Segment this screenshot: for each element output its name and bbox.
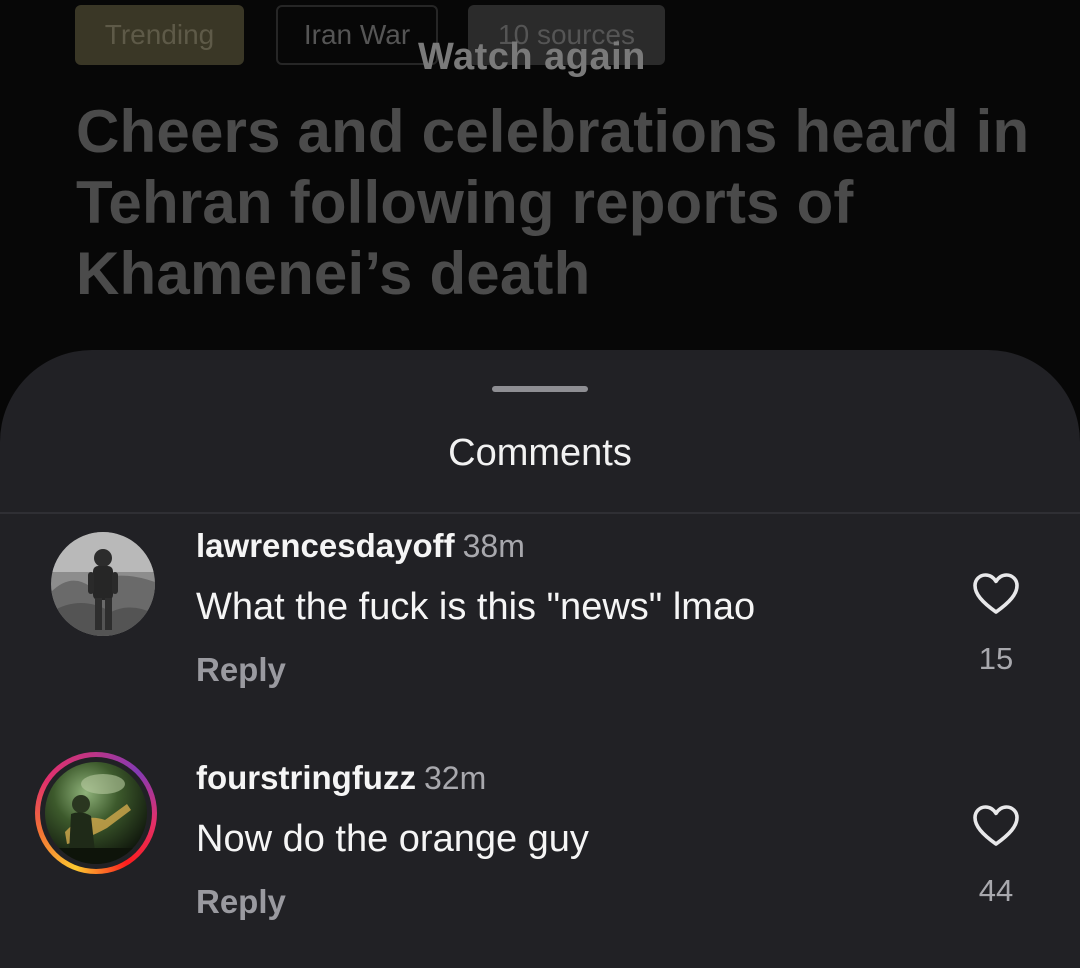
avatar[interactable] <box>51 532 155 636</box>
comment-text: Now do the orange guy <box>196 818 589 860</box>
like-count: 15 <box>978 641 1014 676</box>
comment-item: lawrencesdayoff 38m What the fuck is this… <box>0 526 1080 728</box>
heart-outline-icon <box>973 573 1019 614</box>
like-button[interactable]: 15 <box>968 572 1024 678</box>
watch-again-button[interactable]: Watch again <box>418 32 646 82</box>
username-text[interactable]: lawrencesdayoff <box>196 527 455 564</box>
comment-username[interactable]: lawrencesdayoff 38m <box>196 526 525 566</box>
divider <box>0 512 1080 514</box>
avatar-story-ring[interactable] <box>35 752 157 874</box>
comment-timestamp: 38m <box>462 528 525 564</box>
comment-timestamp: 32m <box>423 760 487 796</box>
avatar <box>45 762 147 864</box>
video-screen: Trending Iran War 10 sources Watch again… <box>0 0 1080 968</box>
like-button[interactable]: 44 <box>968 804 1024 910</box>
comment-username[interactable]: fourstringfuzz 32m <box>196 758 486 798</box>
comment-text: What the fuck is this "news" lmao <box>196 586 756 628</box>
trending-tag[interactable]: Trending <box>75 5 244 65</box>
like-count: 44 <box>978 873 1014 908</box>
comments-sheet: Comments lawrencesdayoff 38m What the fu… <box>0 350 1080 968</box>
sheet-title: Comments <box>448 432 632 474</box>
sheet-drag-handle[interactable] <box>492 386 588 392</box>
background-article: Trending Iran War 10 sources Watch again… <box>0 0 1080 400</box>
username-text[interactable]: fourstringfuzz <box>196 759 416 796</box>
topic-tag[interactable]: Iran War <box>276 5 438 65</box>
reply-button[interactable]: Reply <box>196 650 286 690</box>
article-headline: Cheers and celebrations heard in Tehran … <box>76 98 1030 307</box>
heart-outline-icon <box>973 805 1019 846</box>
reply-button[interactable]: Reply <box>196 882 286 922</box>
comment-item: fourstringfuzz 32m Now do the orange guy … <box>0 752 1080 960</box>
